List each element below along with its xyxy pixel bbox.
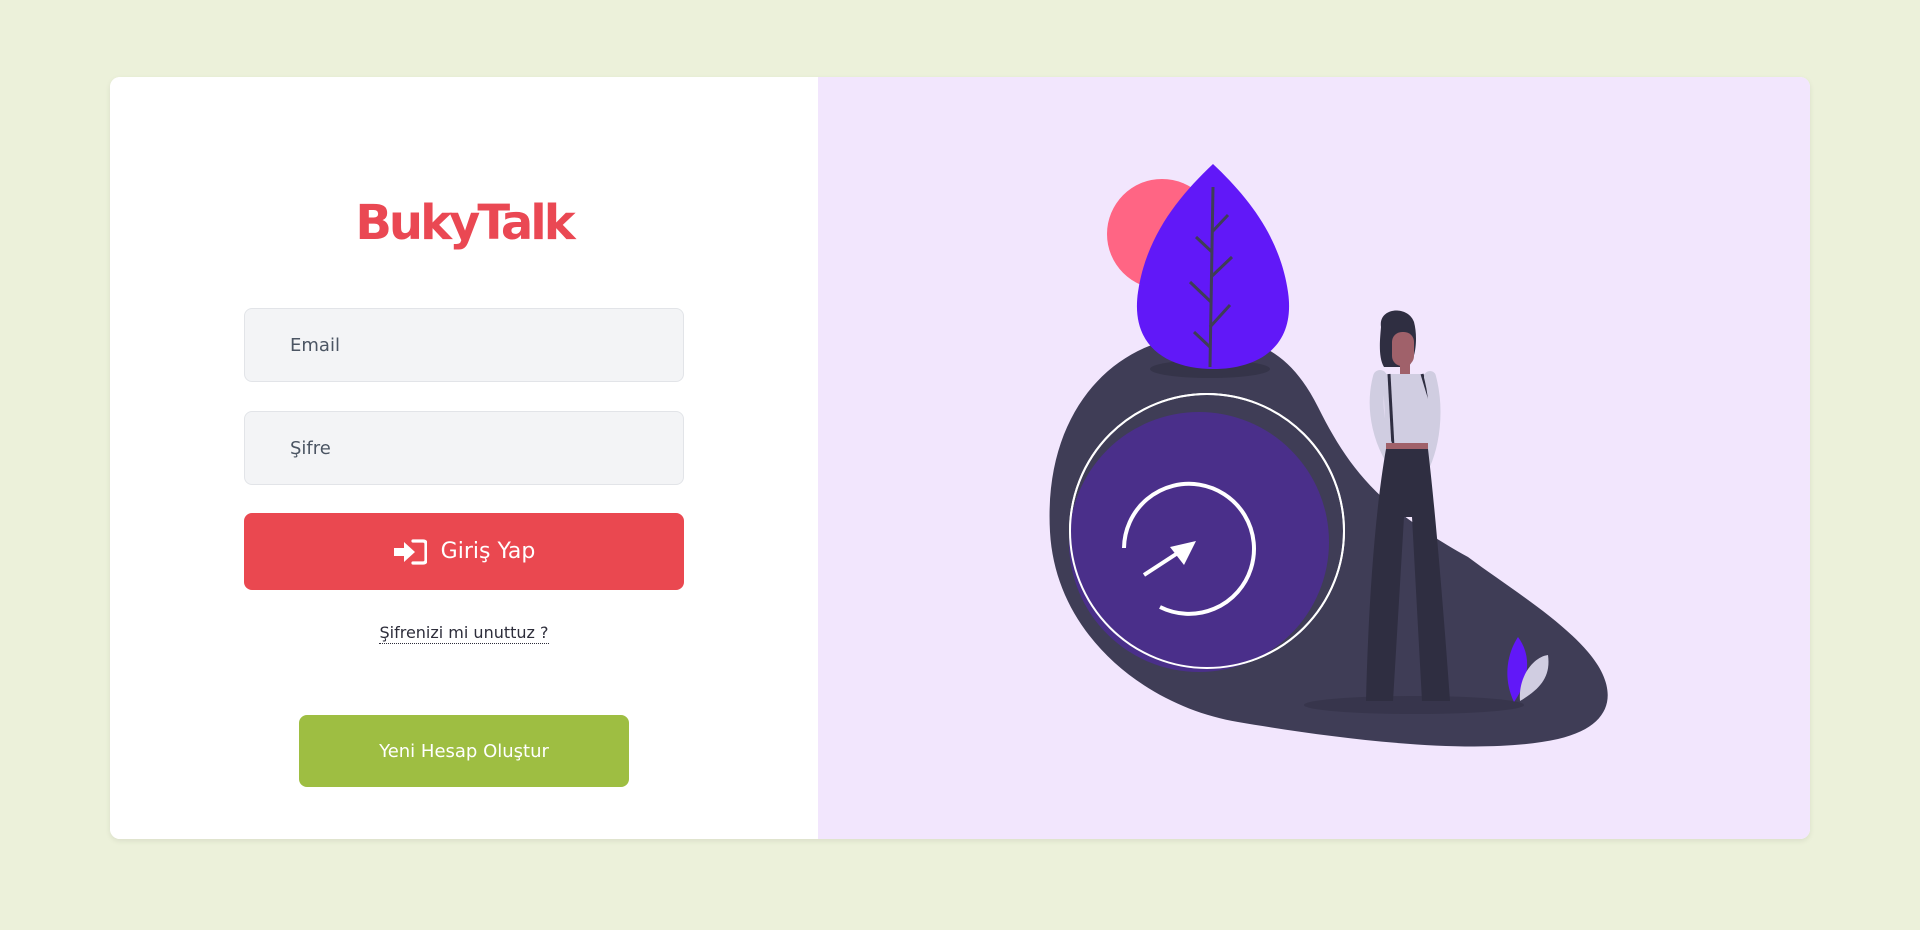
password-field[interactable] (244, 411, 684, 485)
forgot-password-link[interactable]: Şifrenizi mi unuttuz ? (379, 623, 549, 644)
create-account-button[interactable]: Yeni Hesap Oluştur (299, 715, 629, 787)
email-input[interactable] (245, 309, 683, 381)
brand-logo: BukyTalk (355, 195, 575, 251)
login-panel: BukyTalk Giriş Yap Şifrenizi mi unuttuz … (110, 77, 818, 839)
clock-face (1069, 412, 1329, 672)
login-button-label: Giriş Yap (440, 539, 536, 564)
forgot-password-container: Şifrenizi mi unuttuz ? (110, 623, 818, 644)
login-card: BukyTalk Giriş Yap Şifrenizi mi unuttuz … (110, 77, 1810, 839)
sign-in-icon (393, 538, 427, 565)
password-input[interactable] (245, 412, 683, 484)
illustration-panel (818, 77, 1810, 839)
email-field[interactable] (244, 308, 684, 382)
login-button[interactable]: Giriş Yap (244, 513, 684, 590)
woman-with-clock-illustration (1049, 164, 1608, 747)
